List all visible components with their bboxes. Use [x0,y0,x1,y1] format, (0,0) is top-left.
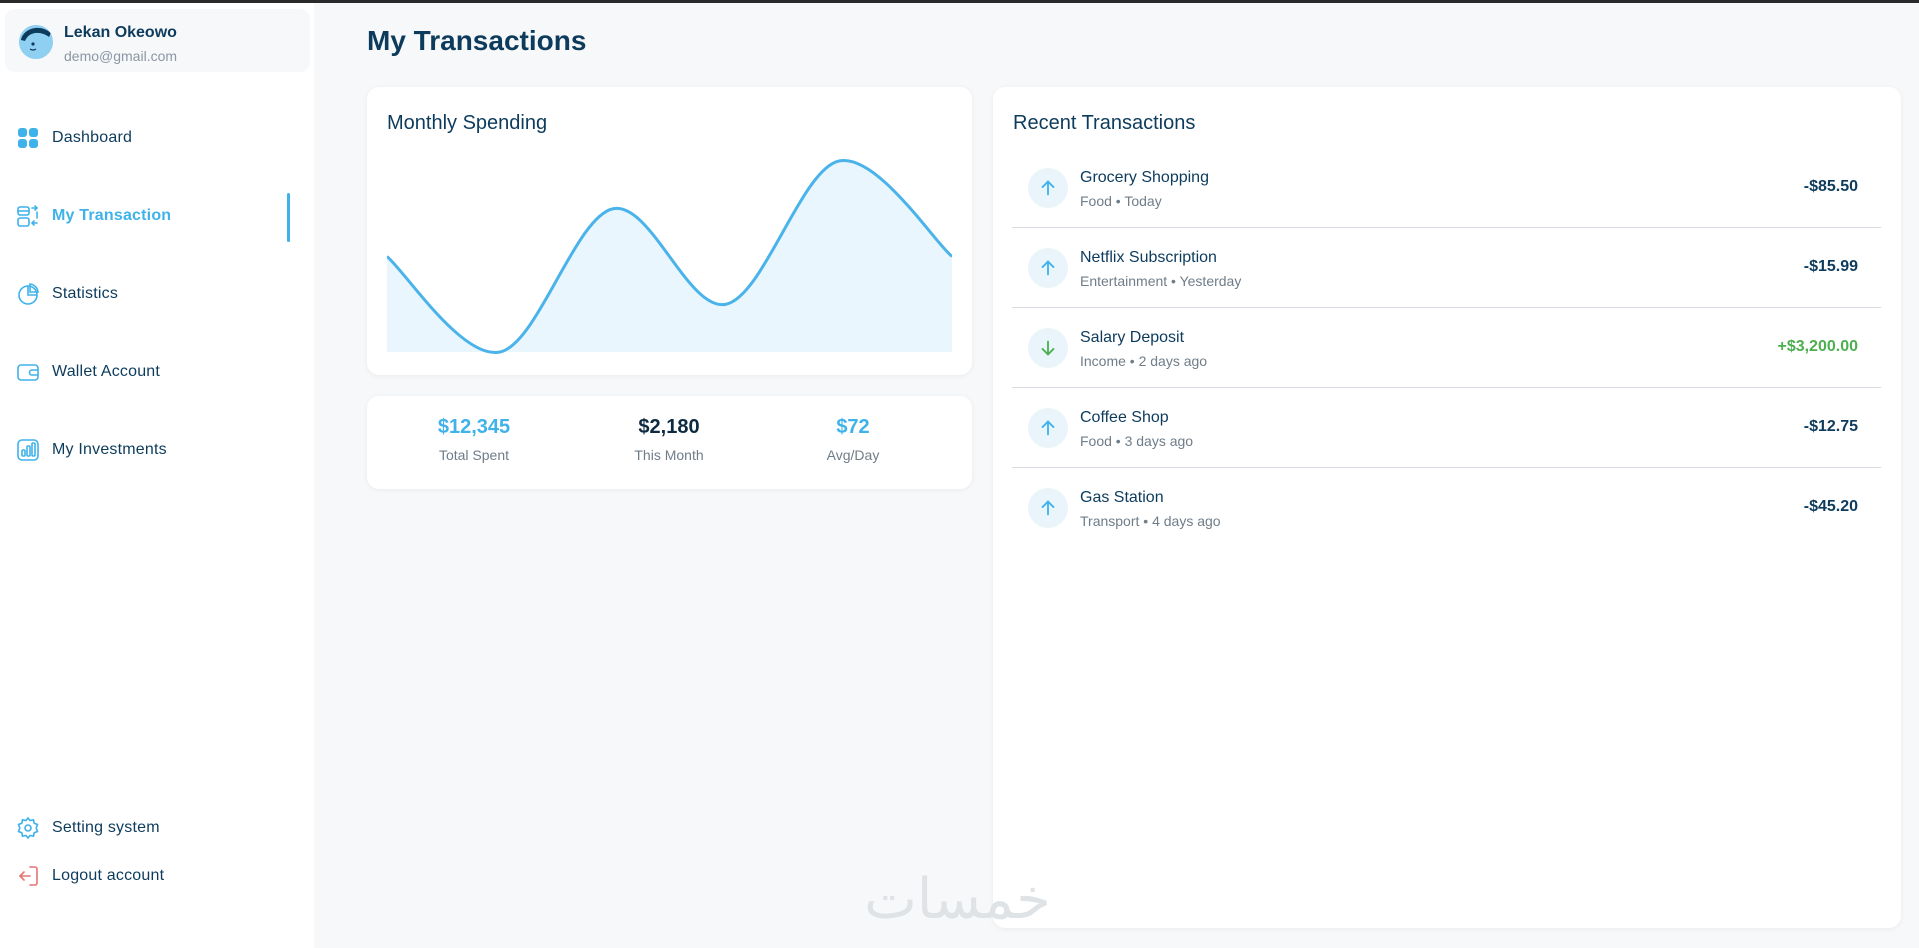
sidebar-item-my-transaction[interactable]: My Transaction [0,191,300,241]
recent-transactions-card: Recent Transactions Grocery Shopping Foo… [993,87,1901,928]
transaction-amount: +$3,200.00 [1777,338,1858,355]
transaction-name: Salary Deposit [1080,329,1185,346]
stat-total-spent: $12,345 Total Spent [384,416,564,463]
stat-value: $12,345 [437,416,511,438]
avatar [19,25,53,59]
stat-label: Avg/Day [826,447,880,463]
sidebar-item-label: Dashboard [52,129,133,146]
sidebar-item-my-investments[interactable]: My Investments [0,425,300,475]
sidebar-item-label: My Transaction [52,207,172,224]
stat-this-month: $2,180 This Month [579,416,759,463]
sidebar-item-label: Wallet Account [52,363,161,380]
sidebar-item-label: My Investments [52,441,167,458]
transaction-name: Coffee Shop [1080,409,1169,426]
active-indicator [287,193,290,242]
stat-label: This Month [634,447,704,463]
sidebar-item-logout-account[interactable]: Logout account [0,851,300,901]
transaction-meta: Food • 3 days ago [1080,433,1194,449]
spending-stats-card: $12,345 Total Spent $2,180 This Month $7… [367,396,972,489]
profile-name: Lekan Okeowo [64,24,177,41]
transaction-amount: -$85.50 [1803,178,1858,195]
arrow-down-icon [1028,328,1068,368]
transaction-amount: -$12.75 [1803,418,1858,435]
transaction-meta: Entertainment • Yesterday [1080,273,1242,289]
transaction-row[interactable]: Grocery Shopping Food • Today -$85.50 [1012,148,1881,228]
transaction-icon [16,204,40,228]
stat-label: Total Spent [438,447,510,463]
sidebar-item-setting-system[interactable]: Setting system [0,803,300,853]
sidebar-item-statistics[interactable]: Statistics [0,269,300,319]
page-title: My Transactions [367,25,587,56]
transaction-amount: -$15.99 [1803,258,1858,275]
dashboard-grid-icon [16,126,40,150]
transaction-amount: -$45.20 [1803,498,1858,515]
bar-chart-icon [16,438,40,462]
spending-chart [387,159,952,354]
sidebar-item-dashboard[interactable]: Dashboard [0,113,300,163]
transaction-name: Grocery Shopping [1080,169,1209,186]
stat-value: $72 [836,416,870,438]
sidebar-item-wallet-account[interactable]: Wallet Account [0,347,300,397]
wallet-icon [16,360,40,384]
sidebar-item-label: Logout account [52,867,165,884]
arrow-up-icon [1028,408,1068,448]
transaction-meta: Income • 2 days ago [1080,353,1208,369]
profile-email: demo@gmail.com [64,48,178,64]
card-title: Monthly Spending [387,112,548,134]
card-title: Recent Transactions [1013,112,1196,134]
transaction-row[interactable]: Netflix Subscription Entertainment • Yes… [1012,228,1881,308]
gear-icon [16,816,40,840]
watermark: خمسات [864,867,1051,932]
logout-icon [16,864,40,888]
transaction-meta: Food • Today [1080,193,1162,209]
sidebar: Lekan Okeowo demo@gmail.com Dashboard My… [0,3,314,948]
transaction-row[interactable]: Coffee Shop Food • 3 days ago -$12.75 [1012,388,1881,468]
arrow-up-icon [1028,488,1068,528]
arrow-up-icon [1028,168,1068,208]
profile-card[interactable]: Lekan Okeowo demo@gmail.com [5,9,310,72]
transaction-row[interactable]: Gas Station Transport • 4 days ago -$45.… [1012,468,1881,548]
transaction-name: Gas Station [1080,489,1164,506]
avatar-illustration [19,25,53,59]
sidebar-item-label: Statistics [52,285,119,302]
transaction-name: Netflix Subscription [1080,249,1217,266]
monthly-spending-card: Monthly Spending [367,87,972,375]
transaction-meta: Transport • 4 days ago [1080,513,1221,529]
arrow-up-icon [1028,248,1068,288]
stat-avg-day: $72 Avg/Day [763,416,943,463]
transaction-row[interactable]: Salary Deposit Income • 2 days ago +$3,2… [1012,308,1881,388]
stat-value: $2,180 [638,416,700,438]
pie-chart-icon [16,282,40,306]
sidebar-item-label: Setting system [52,819,160,836]
